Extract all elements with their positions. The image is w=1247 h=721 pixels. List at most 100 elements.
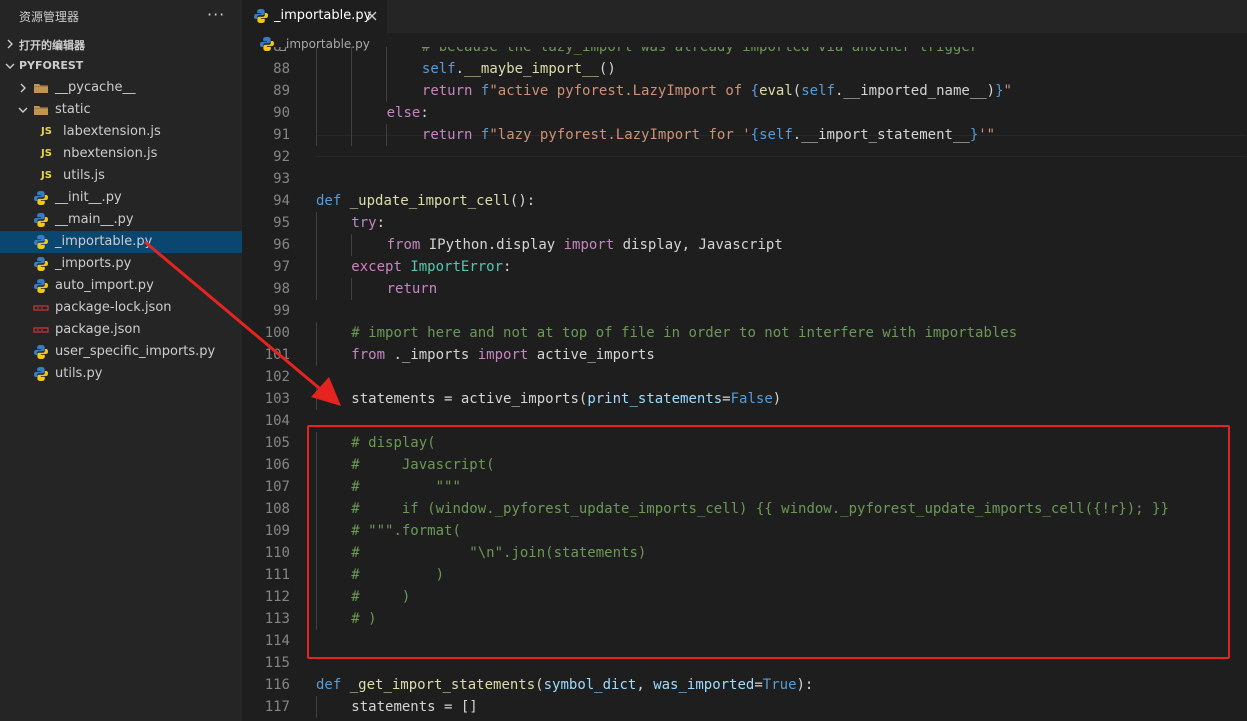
tree-item-label: package.json	[55, 322, 141, 337]
tree-item-label: auto_import.py	[55, 278, 154, 293]
code-line: 90 else:	[242, 102, 1247, 124]
code-token: {	[750, 127, 760, 143]
line-number: 87	[273, 47, 290, 55]
code-token: except	[351, 259, 402, 275]
tree-item-label: static	[55, 102, 91, 117]
tree-file[interactable]: _importable.py	[0, 231, 242, 253]
tree-file[interactable]: _imports.py	[0, 253, 242, 275]
project-section[interactable]: PYFOREST	[0, 55, 242, 77]
tree-folder[interactable]: __pycache__	[0, 77, 242, 99]
tree-file[interactable]: __init__.py	[0, 187, 242, 209]
open-editors-section[interactable]: 打开的编辑器	[0, 33, 242, 55]
indent-guide	[316, 344, 317, 366]
chevron-down-icon	[5, 63, 15, 69]
line-number: 92	[273, 149, 290, 165]
code-text: return f"lazy pyforest.LazyImport for '{…	[422, 124, 995, 146]
project-label: PYFOREST	[19, 59, 84, 72]
chevron-down-icon	[18, 107, 28, 113]
indent-guide	[386, 80, 387, 102]
indent-guide	[386, 47, 387, 58]
explorer-sidebar: 资源管理器 ··· 打开的编辑器 PYFOREST __pycache__sta…	[0, 0, 242, 721]
code-token: ,	[636, 677, 654, 693]
code-token: =	[754, 677, 763, 693]
code-token: return	[386, 281, 438, 297]
code-token: print_statements	[587, 391, 723, 407]
indent-guide	[316, 124, 317, 146]
code-token: .	[455, 61, 465, 77]
code-line: 93	[242, 168, 1247, 190]
code-text: else:	[387, 102, 429, 124]
code-token: True	[762, 677, 797, 693]
tree-item-label: _importable.py	[55, 234, 153, 249]
line-number: 116	[264, 677, 290, 693]
chevron-right-icon	[7, 39, 13, 49]
annotation-box	[307, 425, 1230, 659]
code-line: 95 try:	[242, 212, 1247, 234]
code-token: from	[351, 347, 386, 363]
tree-item-label: nbextension.js	[63, 146, 158, 161]
line-number: 102	[264, 369, 290, 385]
explorer-header: 资源管理器 ···	[0, 0, 242, 33]
indent-guide	[316, 47, 317, 58]
line-number: 109	[264, 523, 290, 539]
code-token: _get_import_statements	[349, 677, 536, 693]
indent-guide	[386, 58, 387, 80]
code-line: 98 return	[242, 278, 1247, 300]
code-token: # because the lazy_import was already im…	[421, 47, 979, 55]
line-number: 94	[273, 193, 290, 209]
tree-item-label: labextension.js	[63, 124, 161, 139]
tree-file[interactable]: JS labextension.js	[0, 121, 242, 143]
indent-guide	[316, 322, 317, 344]
tree-file[interactable]: package-lock.json	[0, 297, 242, 319]
indent-guide	[316, 80, 317, 102]
code-token: :	[376, 215, 386, 231]
close-icon[interactable]	[364, 8, 380, 24]
tab-label: _importable.py	[274, 8, 372, 23]
code-token: statements = active_imports(	[351, 391, 588, 407]
tree-item-label: _imports.py	[55, 256, 132, 271]
tree-file[interactable]: package.json	[0, 319, 242, 341]
code-token: # import here and not at top of file in …	[351, 325, 1018, 341]
line-number: 93	[273, 171, 290, 187]
code-line: 100 # import here and not at top of file …	[242, 322, 1247, 344]
python-file-icon	[34, 367, 48, 381]
javascript-file-icon: JS	[41, 126, 52, 137]
code-token: (	[535, 677, 544, 693]
line-number: 99	[273, 303, 290, 319]
code-line: 87 # because the lazy_import was already …	[242, 47, 1247, 58]
tree-file[interactable]: auto_import.py	[0, 275, 242, 297]
tree-file[interactable]: JS utils.js	[0, 165, 242, 187]
line-number: 89	[273, 83, 290, 99]
python-file-icon	[254, 9, 268, 23]
tab-importable[interactable]: _importable.py	[242, 0, 387, 33]
tree-file[interactable]: user_specific_imports.py	[0, 341, 242, 363]
line-number: 114	[264, 633, 290, 649]
tree-file[interactable]: utils.py	[0, 363, 242, 385]
line-number: 107	[264, 479, 290, 495]
code-line: 103 statements = active_imports(print_sta…	[242, 388, 1247, 410]
code-line: 96 from IPython.display import display, J…	[242, 234, 1247, 256]
indent-guide	[316, 234, 317, 256]
tree-folder[interactable]: static	[0, 99, 242, 121]
code-token: False	[730, 391, 773, 407]
code-text: # because the lazy_import was already im…	[422, 47, 978, 58]
tree-file[interactable]: __main__.py	[0, 209, 242, 231]
more-actions-icon[interactable]: ···	[207, 5, 225, 24]
indent-guide	[316, 388, 317, 410]
code-token: :	[503, 259, 512, 275]
tree-item-label: user_specific_imports.py	[55, 344, 216, 359]
line-number: 112	[264, 589, 290, 605]
indent-guide	[351, 47, 352, 58]
line-number: 113	[264, 611, 290, 627]
code-text: from ._imports import active_imports	[351, 344, 654, 366]
code-text: try:	[351, 212, 385, 234]
code-line: 102	[242, 366, 1247, 388]
tree-file[interactable]: JS nbextension.js	[0, 143, 242, 165]
indent-guide	[316, 696, 317, 718]
code-token: return	[421, 83, 473, 99]
code-token: __maybe_import__	[464, 61, 599, 77]
code-line: 91 return f"lazy pyforest.LazyImport for …	[242, 124, 1247, 146]
code-token: eval	[759, 83, 793, 99]
